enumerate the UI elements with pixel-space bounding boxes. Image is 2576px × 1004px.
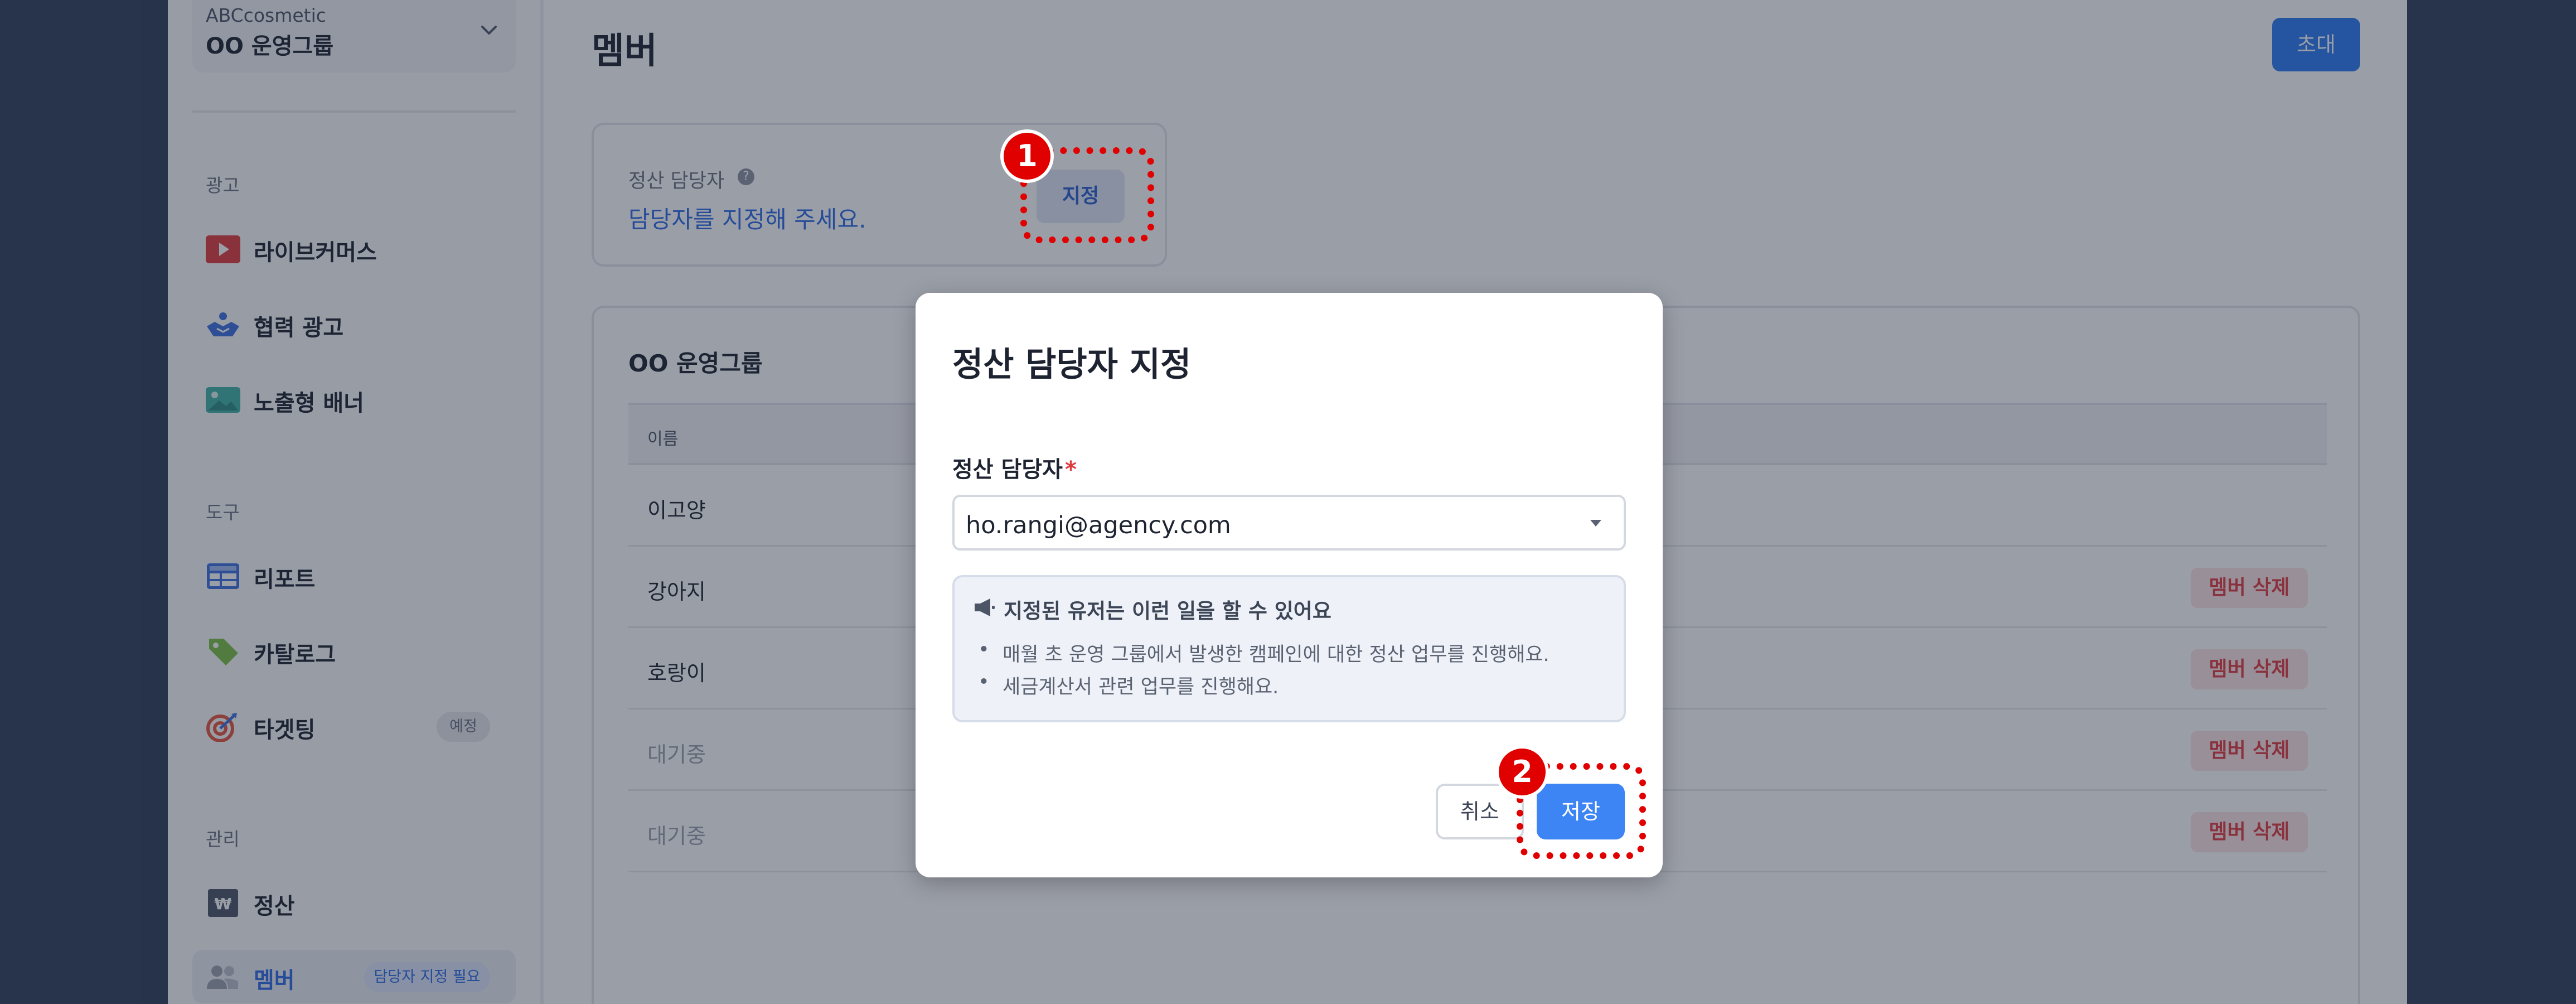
info-box: 지정된 유저는 이런 일을 할 수 있어요 매월 초 운영 그룹에서 발생한 캠… xyxy=(952,575,1626,722)
manager-select[interactable]: ho.rangi@agency.com xyxy=(952,495,1626,551)
info-item: 매월 초 운영 그룹에서 발생한 캠페인에 대한 정산 업무를 진행해요. xyxy=(974,639,1550,671)
step-badge-2: 2 xyxy=(1495,745,1549,799)
manager-select-value: ho.rangi@agency.com xyxy=(966,511,1231,539)
info-title: 지정된 유저는 이런 일을 할 수 있어요 xyxy=(1004,599,1331,623)
manager-field-label: 정산 담당자 * xyxy=(952,451,1077,484)
info-item: 세금계산서 관련 업무를 진행해요. xyxy=(974,671,1550,703)
info-list: 매월 초 운영 그룹에서 발생한 캠페인에 대한 정산 업무를 진행해요. 세금… xyxy=(974,639,1550,703)
dialog-title: 정산 담당자 지정 xyxy=(952,345,1192,384)
step-badge-1: 1 xyxy=(1000,129,1054,183)
manager-field-label-text: 정산 담당자 xyxy=(952,457,1063,482)
megaphone-icon xyxy=(975,598,995,616)
required-mark: * xyxy=(1064,457,1077,482)
caret-down-icon xyxy=(1590,520,1601,527)
